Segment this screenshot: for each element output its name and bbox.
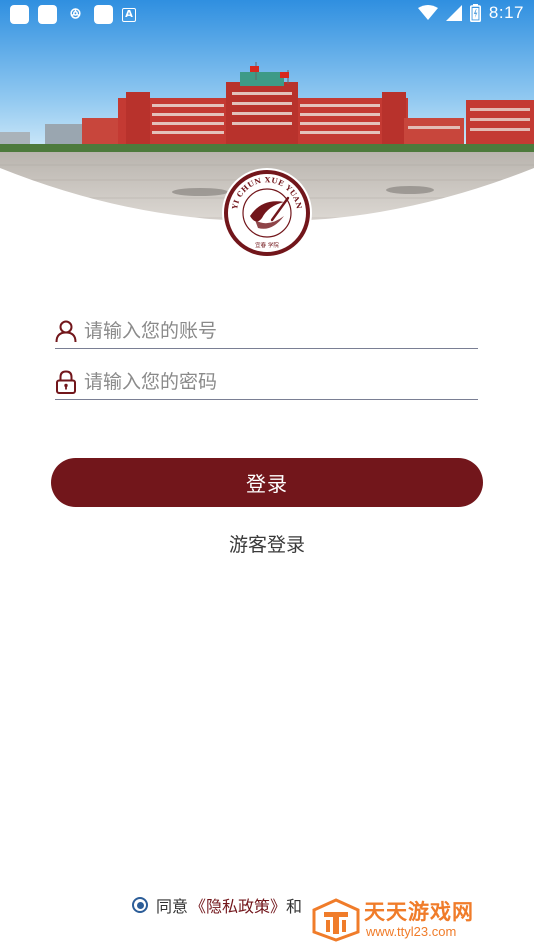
password-input[interactable] — [84, 366, 464, 397]
watermark-title: 天天游戏网 — [364, 900, 474, 924]
status-bar: ꔮ A 8:17 — [0, 0, 534, 30]
user-icon — [55, 319, 77, 343]
agree-text: 同意 — [156, 897, 189, 916]
privacy-agreement: 同意 《隐私政策》 和 — [132, 893, 302, 917]
status-bar-notifications: ꔮ A — [10, 5, 136, 24]
notification-square-icon — [94, 5, 113, 24]
school-logo: YI CHUN XUE YUAN 宜春 学院 — [222, 168, 312, 258]
notification-square-icon — [10, 5, 29, 24]
wifi-icon — [417, 5, 438, 20]
notification-square-icon — [38, 5, 57, 24]
battery-icon — [469, 4, 481, 22]
lock-icon — [55, 369, 77, 394]
app-glyph-icon: ꔮ — [69, 5, 82, 23]
password-field — [55, 364, 478, 400]
agreement-radio[interactable] — [132, 897, 148, 913]
account-input[interactable] — [84, 315, 464, 346]
watermark-logo-icon — [312, 898, 360, 942]
site-watermark: 天天游戏网 www.ttyl23.com — [308, 894, 528, 946]
cellular-signal-icon — [445, 5, 462, 21]
guest-login-link[interactable]: 游客登录 — [0, 530, 534, 557]
watermark-url: www.ttyl23.com — [366, 924, 457, 939]
radio-checked-dot — [136, 901, 144, 909]
login-button[interactable]: 登录 — [51, 458, 483, 507]
and-text: 和 — [286, 897, 303, 916]
letter-a-icon: A — [122, 7, 136, 22]
clock: 8:17 — [488, 3, 524, 22]
logo-bottom-text: 宜春 学院 — [255, 241, 279, 249]
status-bar-system: 8:17 — [417, 3, 524, 23]
account-field — [55, 313, 478, 349]
privacy-policy-link[interactable]: 《隐私政策》 — [190, 893, 286, 917]
